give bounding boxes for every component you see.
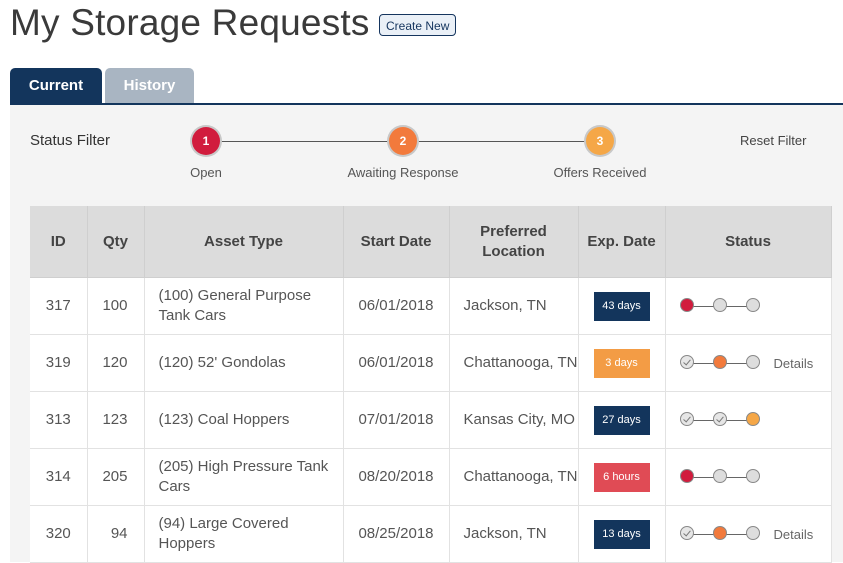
status-check-indicator [679,355,694,369]
tab-current[interactable]: Current [10,68,102,104]
create-new-button[interactable]: Create New [379,14,457,36]
page-title: My Storage Requests [10,2,370,43]
cell-asset-type: (100) General Purpose Tank Cars [144,277,344,335]
cell-preferred-location: Chattanooga, TN [449,448,579,506]
cell-id: 313 [30,391,88,449]
table-row[interactable]: 314 205 (205) High Pressure Tank Cars 08/20… [30,448,832,506]
column-header-asset-type[interactable]: Asset Type [144,206,344,278]
filter-step-awaiting-response[interactable]: 2 [389,127,417,155]
status-open-indicator [679,469,694,483]
cell-asset-type: (123) Coal Hoppers [144,391,344,449]
filter-step-offers-received-label: Offers Received [553,165,647,180]
column-header-status[interactable]: Status [665,206,832,278]
cell-exp-date: 43 days [578,277,666,335]
status-empty-indicator [712,298,727,312]
requests-table: ID Qty Asset Type Start Date Preferred L… [30,206,832,563]
cell-asset-type: (94) Large Covered Hoppers [144,505,344,563]
cell-qty: 94 [87,505,145,563]
filter-step-offers-received[interactable]: 3 [586,127,614,155]
cell-status: Details [665,334,832,392]
cell-exp-date: 6 hours [578,448,666,506]
filter-step-awaiting-response-label: Awaiting Response [347,165,459,180]
cell-qty: 100 [87,277,145,335]
cell-id: 320 [30,505,88,563]
tab-history[interactable]: History [105,68,194,104]
status-empty-indicator [745,469,760,483]
cell-preferred-location: Kansas City, MO [449,391,579,449]
cell-start-date: 07/01/2018 [343,391,450,449]
cell-qty: 205 [87,448,145,506]
tab-bar: Current History [10,68,194,104]
table-row[interactable]: 320 94 (94) Large Covered Hoppers 08/25/201… [30,505,832,563]
expiration-badge: 3 days [593,348,650,378]
status-empty-indicator [745,526,760,540]
cell-qty: 120 [87,334,145,392]
cell-asset-type: (120) 52' Gondolas [144,334,344,392]
status-progress [679,469,760,485]
status-check-indicator [679,526,694,540]
column-header-qty[interactable]: Qty [87,206,145,278]
details-link[interactable]: Details [774,525,814,545]
cell-qty: 123 [87,391,145,449]
column-header-start-date[interactable]: Start Date [343,206,450,278]
status-progress [679,298,760,314]
cell-status: Details [665,505,832,563]
cell-id: 319 [30,334,88,392]
status-awaiting-indicator [712,526,727,540]
table-row[interactable]: 319 120 (120) 52' Gondolas 06/01/2018 Chatta… [30,334,832,392]
details-link[interactable]: Details [774,354,814,374]
cell-status [665,448,832,506]
table-header-row: ID Qty Asset Type Start Date Preferred L… [30,206,832,278]
cell-id: 317 [30,277,88,335]
expiration-badge: 43 days [593,291,650,321]
cell-exp-date: 3 days [578,334,666,392]
cell-preferred-location: Jackson, TN [449,505,579,563]
status-progress [679,412,760,428]
cell-asset-type: (205) High Pressure Tank Cars [144,448,344,506]
cell-start-date: 06/01/2018 [343,334,450,392]
status-empty-indicator [745,298,760,312]
status-check-indicator [679,412,694,426]
status-progress [679,355,760,371]
cell-exp-date: 27 days [578,391,666,449]
cell-start-date: 08/20/2018 [343,448,450,506]
cell-start-date: 08/25/2018 [343,505,450,563]
status-check-indicator [712,412,727,426]
column-header-preferred-location[interactable]: Preferred Location [449,206,579,278]
reset-filter-link[interactable]: Reset Filter [740,133,806,148]
filter-step-open[interactable]: 1 [192,127,220,155]
status-filter-label: Status Filter [30,132,111,149]
cell-status [665,277,832,335]
cell-preferred-location: Chattanooga, TN [449,334,579,392]
cell-status [665,391,832,449]
expiration-badge: 6 hours [593,462,650,492]
expiration-badge: 27 days [593,405,650,435]
cell-id: 314 [30,448,88,506]
cell-start-date: 06/01/2018 [343,277,450,335]
cell-exp-date: 13 days [578,505,666,563]
status-empty-indicator [745,355,760,369]
column-header-id[interactable]: ID [30,206,88,278]
table-row[interactable]: 317 100 (100) General Purpose Tank Cars 06/… [30,277,832,335]
status-progress [679,526,760,542]
table-row[interactable]: 313 123 (123) Coal Hoppers 07/01/2018 Kansas… [30,391,832,449]
status-empty-indicator [712,469,727,483]
column-header-exp-date[interactable]: Exp. Date [578,206,666,278]
cell-preferred-location: Jackson, TN [449,277,579,335]
status-open-indicator [679,298,694,312]
status-awaiting-indicator [712,355,727,369]
filter-step-open-label: Open [190,165,222,180]
expiration-badge: 13 days [593,519,650,549]
status-offers-indicator [745,412,760,426]
